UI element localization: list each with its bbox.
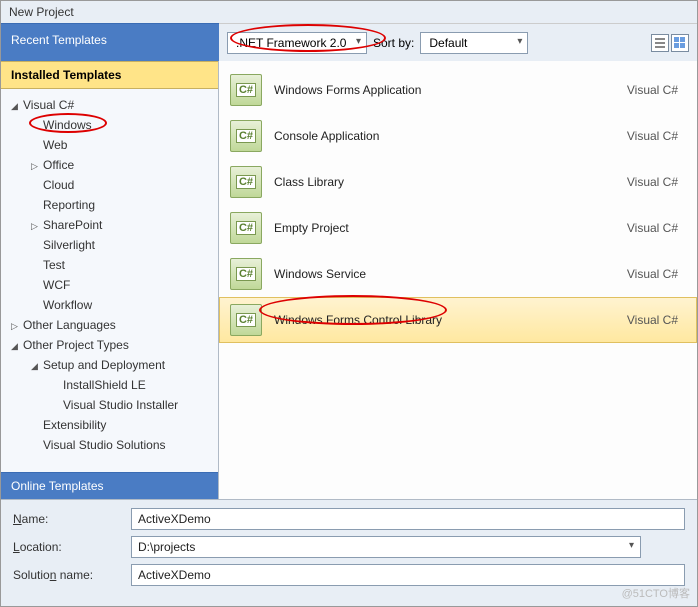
template-tree[interactable]: ◢Visual C#WindowsWeb▷OfficeCloudReportin… — [1, 89, 218, 472]
csharp-project-icon: C# — [230, 74, 262, 106]
window-title: New Project — [1, 1, 697, 23]
framework-dropdown[interactable]: .NET Framework 2.0 — [227, 32, 367, 54]
tree-item[interactable]: ▷Office — [1, 155, 218, 175]
installed-templates-header[interactable]: Installed Templates — [1, 61, 218, 89]
template-item[interactable]: C# Windows Forms Control Library Visual C# — [219, 297, 697, 343]
tree-arrow-icon: ▷ — [31, 161, 43, 172]
tree-item[interactable]: Workflow — [1, 295, 218, 315]
csharp-project-icon: C# — [230, 258, 262, 290]
template-item[interactable]: C# Console Application Visual C# — [219, 113, 697, 159]
template-item[interactable]: C# Windows Forms Application Visual C# — [219, 67, 697, 113]
tree-item[interactable]: Reporting — [1, 195, 218, 215]
tree-item[interactable]: ◢Visual C# — [1, 95, 218, 115]
online-templates-header[interactable]: Online Templates — [1, 472, 218, 499]
tree-item[interactable]: Extensibility — [1, 415, 218, 435]
tree-arrow-icon: ◢ — [31, 361, 43, 372]
tree-item[interactable]: Windows — [1, 115, 218, 135]
tree-item[interactable]: WCF — [1, 275, 218, 295]
template-name: Windows Forms Application — [274, 83, 615, 97]
recent-templates-header[interactable]: Recent Templates — [1, 23, 219, 61]
toolbar: .NET Framework 2.0 Sort by: Default — [219, 23, 697, 61]
template-language: Visual C# — [627, 175, 686, 189]
tree-item[interactable]: Cloud — [1, 175, 218, 195]
template-name: Class Library — [274, 175, 615, 189]
sort-dropdown[interactable]: Default — [420, 32, 528, 54]
view-grid-button[interactable] — [671, 34, 689, 52]
tree-item[interactable]: Silverlight — [1, 235, 218, 255]
template-item[interactable]: C# Class Library Visual C# — [219, 159, 697, 205]
view-list-button[interactable] — [651, 34, 669, 52]
csharp-project-icon: C# — [230, 212, 262, 244]
tree-item[interactable]: Visual Studio Solutions — [1, 435, 218, 455]
template-name: Windows Service — [274, 267, 615, 281]
tree-item[interactable]: InstallShield LE — [1, 375, 218, 395]
tree-item[interactable]: ▷SharePoint — [1, 215, 218, 235]
template-language: Visual C# — [627, 313, 686, 327]
template-language: Visual C# — [627, 83, 686, 97]
tree-arrow-icon: ◢ — [11, 341, 23, 352]
tree-item[interactable]: Web — [1, 135, 218, 155]
template-language: Visual C# — [627, 129, 686, 143]
name-input[interactable] — [131, 508, 685, 530]
template-name: Windows Forms Control Library — [274, 313, 615, 327]
solution-input[interactable] — [131, 564, 685, 586]
name-label: Name: — [13, 512, 123, 526]
tree-arrow-icon: ▷ — [31, 221, 43, 232]
csharp-project-icon: C# — [230, 120, 262, 152]
location-combo[interactable]: D:\projects — [131, 536, 641, 558]
template-name: Empty Project — [274, 221, 615, 235]
tree-item[interactable]: Test — [1, 255, 218, 275]
tree-arrow-icon: ◢ — [11, 101, 23, 112]
csharp-project-icon: C# — [230, 304, 262, 336]
template-language: Visual C# — [627, 221, 686, 235]
template-item[interactable]: C# Empty Project Visual C# — [219, 205, 697, 251]
csharp-project-icon: C# — [230, 166, 262, 198]
tree-item[interactable]: ◢Other Project Types — [1, 335, 218, 355]
sidebar: Installed Templates ◢Visual C#WindowsWeb… — [1, 61, 219, 499]
template-list: C# Windows Forms Application Visual C# C# Co… — [219, 61, 697, 499]
template-language: Visual C# — [627, 267, 686, 281]
tree-item[interactable]: ◢Setup and Deployment — [1, 355, 218, 375]
template-item[interactable]: C# Windows Service Visual C# — [219, 251, 697, 297]
tree-arrow-icon: ▷ — [11, 321, 23, 332]
watermark: @51CTO博客 — [622, 585, 690, 601]
bottom-panel: Name: Location: D:\projects Solution nam… — [1, 499, 697, 600]
solution-label: Solution name: — [13, 568, 123, 582]
tree-item[interactable]: ▷Other Languages — [1, 315, 218, 335]
location-label: Location: — [13, 540, 123, 554]
sort-label: Sort by: — [373, 36, 414, 50]
tree-item[interactable]: Visual Studio Installer — [1, 395, 218, 415]
template-name: Console Application — [274, 129, 615, 143]
